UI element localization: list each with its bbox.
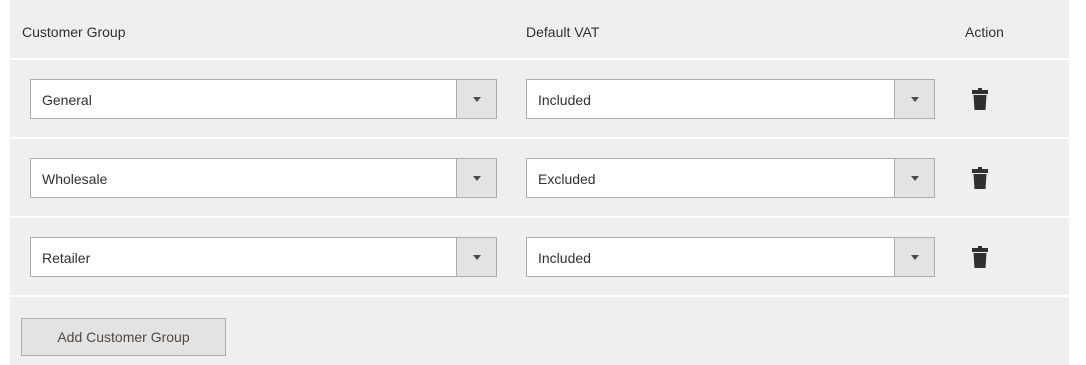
chevron-down-icon bbox=[911, 176, 919, 181]
trash-icon[interactable] bbox=[972, 246, 988, 268]
chevron-down-icon bbox=[911, 255, 919, 260]
customer-group-select-value: Retailer bbox=[42, 250, 91, 266]
trash-icon[interactable] bbox=[972, 88, 988, 110]
default-vat-select[interactable]: Included bbox=[526, 237, 935, 277]
customer-group-select[interactable]: Retailer bbox=[30, 237, 497, 277]
customer-group-select[interactable]: Wholesale bbox=[30, 158, 497, 198]
dropdown-toggle[interactable] bbox=[894, 238, 934, 276]
column-header-customer-group: Customer Group bbox=[22, 24, 126, 40]
add-customer-group-button[interactable]: Add Customer Group bbox=[21, 318, 226, 356]
default-vat-select[interactable]: Included bbox=[526, 79, 935, 119]
default-vat-select-value: Included bbox=[538, 92, 591, 108]
trash-icon[interactable] bbox=[972, 167, 988, 189]
dropdown-toggle[interactable] bbox=[894, 80, 934, 118]
customer-group-vat-table: Customer Group Default VAT Action Genera… bbox=[10, 0, 1069, 365]
dropdown-toggle[interactable] bbox=[456, 80, 496, 118]
dropdown-toggle[interactable] bbox=[894, 159, 934, 197]
customer-group-select[interactable]: General bbox=[30, 79, 497, 119]
customer-group-select-value: General bbox=[42, 92, 92, 108]
table-header: Customer Group Default VAT Action bbox=[10, 0, 1069, 60]
default-vat-select[interactable]: Excluded bbox=[526, 158, 935, 198]
chevron-down-icon bbox=[473, 176, 481, 181]
table-row: General Included bbox=[10, 60, 1069, 139]
column-header-default-vat: Default VAT bbox=[526, 24, 600, 40]
customer-group-select-value: Wholesale bbox=[42, 171, 108, 187]
chevron-down-icon bbox=[473, 97, 481, 102]
chevron-down-icon bbox=[473, 255, 481, 260]
dropdown-toggle[interactable] bbox=[456, 238, 496, 276]
column-header-action: Action bbox=[965, 24, 1004, 40]
table-row: Retailer Included bbox=[10, 218, 1069, 297]
dropdown-toggle[interactable] bbox=[456, 159, 496, 197]
chevron-down-icon bbox=[911, 97, 919, 102]
default-vat-select-value: Included bbox=[538, 250, 591, 266]
table-row: Wholesale Excluded bbox=[10, 139, 1069, 218]
default-vat-select-value: Excluded bbox=[538, 171, 596, 187]
